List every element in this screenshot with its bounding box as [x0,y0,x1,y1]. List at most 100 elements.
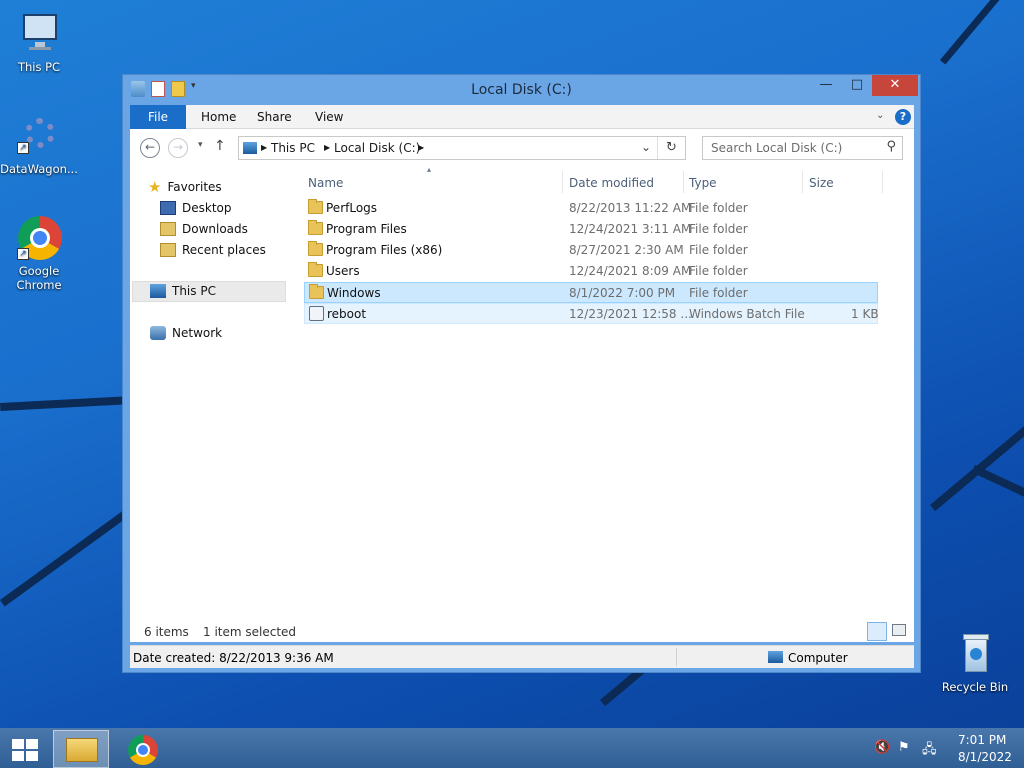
column-size[interactable]: Size [809,171,834,195]
wallpaper-line [940,0,1023,65]
details-sep [676,648,677,666]
refresh-icon[interactable]: ↻ [657,137,685,159]
column-separator[interactable] [802,171,803,193]
recent-places-icon [160,243,176,257]
column-type[interactable]: Type [689,171,717,195]
tab-share[interactable]: Share [243,105,306,129]
file-name: reboot [327,307,367,321]
search-box[interactable]: Search Local Disk (C:) ⚲ [702,136,903,160]
column-name[interactable]: Name [308,171,343,195]
chrome-icon [128,735,158,765]
column-date-modified[interactable]: Date modified [569,171,654,195]
breadcrumb-this-pc[interactable]: This PC [271,141,315,155]
windows-logo-icon [12,739,38,761]
nav-recent-places[interactable]: Recent places [160,240,266,260]
column-separator[interactable] [882,171,883,193]
file-size: 1 KB [851,307,879,321]
date-created: Date created: 8/22/2013 9:36 AM [133,651,334,665]
sort-arrow-icon: ▴ [427,165,432,174]
file-type: File folder [689,264,748,278]
search-icon[interactable]: ⚲ [886,139,896,154]
recycle-bin-icon [951,630,999,678]
forward-button[interactable]: → [168,138,188,158]
recent-locations-chevron-icon[interactable]: ▾ [198,140,203,150]
file-row-reboot[interactable]: reboot 12/23/2021 12:58 ... Windows Batc… [304,303,879,324]
computer-icon [768,651,783,663]
minimize-button[interactable]: — [811,75,841,96]
tab-file[interactable]: File [130,105,186,129]
taskbar-chrome[interactable] [115,730,171,768]
file-type: File folder [689,222,748,236]
taskbar: 🔇 ⚑ 🖧 7:01 PM 8/1/2022 [0,728,1024,768]
file-row-perflogs[interactable]: PerfLogs 8/22/2013 11:22 AM File folder [304,198,878,219]
tab-view[interactable]: View [301,105,357,129]
file-date: 12/24/2021 8:09 AM [569,264,692,278]
nav-downloads[interactable]: Downloads [160,219,248,239]
file-name: PerfLogs [326,201,378,215]
title-bar[interactable]: ▾ Local Disk (C:) — □ ✕ [123,75,920,105]
file-type: Windows Batch File [689,307,805,321]
start-button[interactable] [0,730,56,768]
nav-favorites[interactable]: ★ Favorites [148,177,222,197]
help-icon[interactable]: ? [895,109,911,125]
file-row-windows[interactable]: Windows 8/1/2022 7:00 PM File folder [304,282,878,303]
this-pc-small-icon [243,142,257,154]
large-icons-view-icon[interactable] [892,624,906,636]
this-pc-icon [150,284,166,298]
desktop-icon-datawagon[interactable]: ↗ DataWagon... [0,112,78,176]
action-center-flag-icon[interactable]: ⚑ [898,740,910,755]
file-name: Program Files [326,222,407,236]
clock-time[interactable]: 7:01 PM [958,733,1006,747]
folder-icon [308,241,323,256]
details-view-icon[interactable] [867,622,887,641]
file-name: Users [326,264,360,278]
explorer-window: ▾ Local Disk (C:) — □ ✕ File Home Share … [122,74,921,673]
address-bar[interactable]: ▶ This PC ▶ Local Disk (C:) ▶ ⌄ ↻ [238,136,686,160]
desktop-icon-google-chrome[interactable]: ↗ Google Chrome [0,214,78,292]
ribbon-expand-chevron-icon[interactable]: ⌄ [876,110,884,121]
file-row-program-files[interactable]: Program Files 12/24/2021 3:11 AM File fo… [304,219,878,240]
file-date: 8/1/2022 7:00 PM [569,286,676,300]
nav-desktop[interactable]: Desktop [160,198,232,218]
desktop-icon-this-pc[interactable]: This PC [0,10,78,74]
breadcrumb-sep-icon[interactable]: ▶ [324,143,330,152]
up-button[interactable]: ↑ [214,138,226,154]
back-button[interactable]: ← [140,138,160,158]
maximize-button[interactable]: □ [842,75,872,96]
nav-this-pc[interactable]: This PC [150,281,216,301]
batch-file-icon [309,306,324,321]
volume-muted-icon[interactable]: 🔇 [874,740,890,755]
nav-favorites-label: Favorites [167,180,222,194]
column-separator[interactable] [683,171,684,193]
column-separator[interactable] [562,171,563,193]
nav-network[interactable]: Network [150,323,222,343]
selection-count: 1 item selected [203,625,297,639]
file-type: File folder [689,201,748,215]
folder-icon [308,220,323,235]
wallpaper-line [0,505,135,607]
breadcrumb-sep-icon: ▶ [261,143,268,152]
file-explorer-icon [66,738,98,762]
breadcrumb-sep-icon[interactable]: ▶ [418,143,424,152]
file-row-program-files-x86[interactable]: Program Files (x86) 8/27/2021 2:30 AM Fi… [304,240,878,261]
close-button[interactable]: ✕ [872,75,918,96]
desktop-icon-label: DataWagon... [0,162,78,176]
desktop-icon-label: Google Chrome [16,264,62,292]
details-bar: Date created: 8/22/2013 9:36 AM Computer [130,645,914,668]
network-tray-icon[interactable]: 🖧 [922,740,937,762]
window-title: Local Disk (C:) [471,82,572,98]
address-dropdown-chevron-icon[interactable]: ⌄ [641,140,651,154]
file-date: 8/22/2013 11:22 AM [569,201,692,215]
navigation-pane: ★ Favorites Desktop Downloads Recent pla… [130,167,290,642]
desktop-icon-label: Recycle Bin [941,680,1009,694]
tab-home[interactable]: Home [187,105,250,129]
breadcrumb-local-disk[interactable]: Local Disk (C:) [334,141,420,155]
file-type: File folder [689,286,748,300]
file-row-users[interactable]: Users 12/24/2021 8:09 AM File folder [304,261,878,282]
desktop-icon-recycle-bin[interactable]: Recycle Bin [936,630,1014,694]
taskbar-file-explorer[interactable] [53,730,109,768]
clock-date[interactable]: 8/1/2022 [958,750,1012,764]
folder-icon [308,262,323,277]
search-placeholder: Search Local Disk (C:) [711,141,843,155]
status-bar: 6 items 1 item selected [130,620,914,642]
